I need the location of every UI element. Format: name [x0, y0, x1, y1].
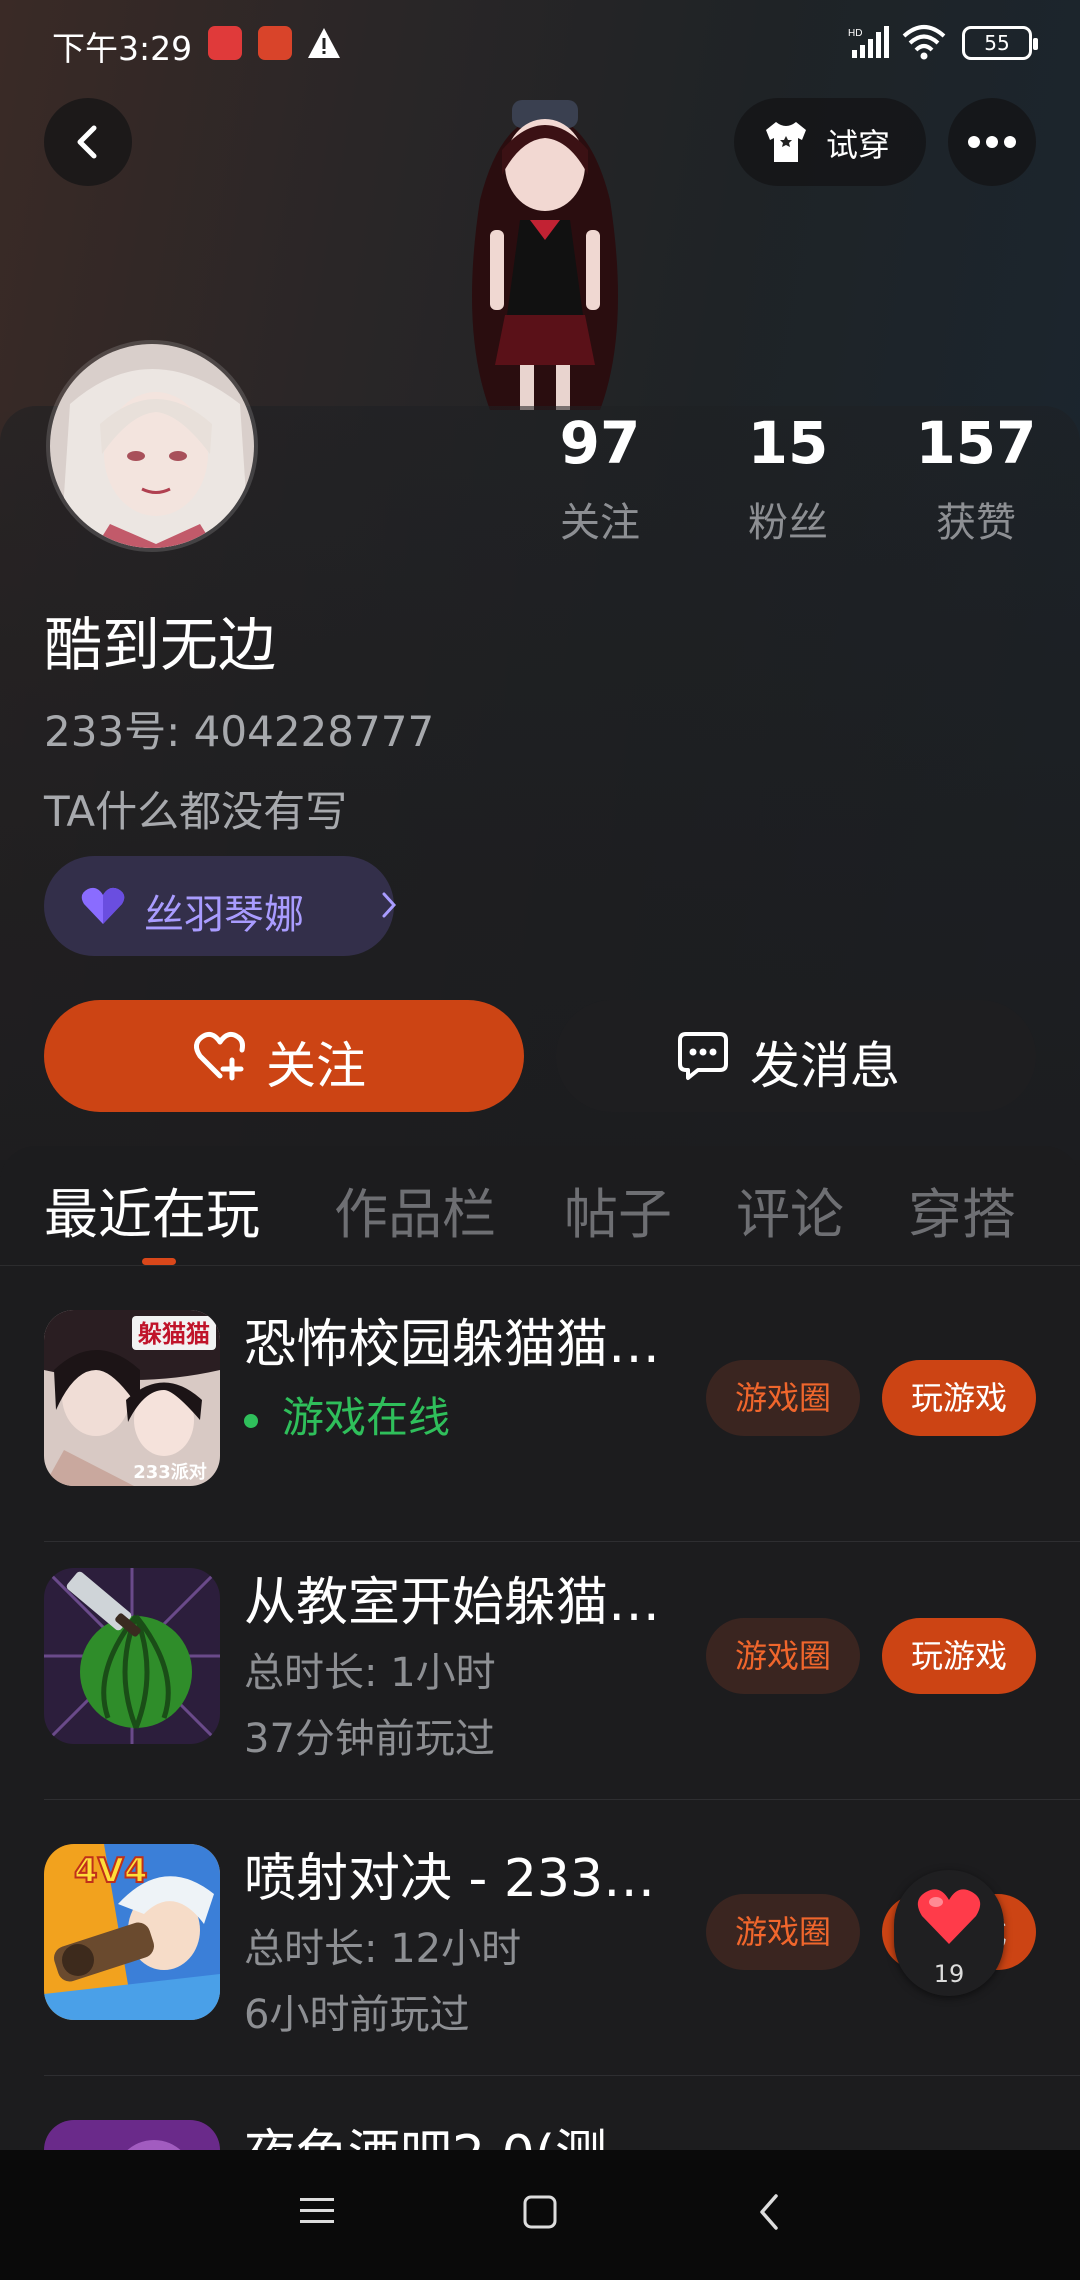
avatar-character-figure[interactable]	[420, 80, 670, 410]
stat-following[interactable]: 97 关注	[520, 410, 680, 548]
stat-fans[interactable]: 15 粉丝	[708, 410, 868, 548]
wifi-icon	[902, 25, 946, 60]
follow-button[interactable]: 关注	[44, 1000, 524, 1112]
try-on-button[interactable]: 试穿	[734, 98, 926, 186]
chevron-right-icon	[382, 892, 397, 918]
game-icon[interactable]: 4V4	[44, 1844, 220, 2020]
list-item[interactable]: 从教室开始躲猫… 总时长: 1小时 37分钟前玩过 游戏圈 玩游戏	[0, 1524, 1080, 1800]
tab-comments[interactable]: 评论	[736, 1170, 844, 1249]
online-label: 游戏在线	[282, 1393, 451, 1442]
game-circle-button[interactable]: 游戏圈	[706, 1618, 860, 1694]
avatar[interactable]	[46, 340, 258, 552]
game-title: 从教室开始躲猫…	[244, 1573, 661, 1633]
game-playtime: 总时长: 12小时	[244, 1926, 522, 1972]
tab-posts[interactable]: 帖子	[564, 1170, 672, 1249]
game-icon-title: 躲猫猫	[138, 1320, 210, 1348]
online-dot-icon	[244, 1413, 258, 1428]
like-bubble-button[interactable]: 19	[894, 1870, 1004, 1996]
signal-icon: HD	[848, 26, 889, 58]
active-tab-indicator	[142, 1258, 176, 1265]
tab-works[interactable]: 作品栏	[334, 1170, 496, 1249]
system-navigation-bar	[0, 2150, 1080, 2280]
stat-fans-value: 15	[747, 409, 829, 477]
profile-tabs: 最近在玩 作品栏 帖子 评论 穿搭	[0, 1146, 1080, 1266]
friend-tag-pill[interactable]: 丝羽琴娜	[44, 856, 397, 956]
screen: 下午3:29 HD 55 试穿 97 关注 15 粉丝 157 获赞 酷到无边 …	[0, 0, 1080, 2280]
heart-icon	[917, 1889, 981, 1944]
stat-following-value: 97	[559, 409, 641, 477]
send-message-label: 发消息	[750, 1037, 900, 1095]
game-icon[interactable]	[44, 1568, 220, 1744]
like-count: 19	[933, 1960, 965, 1988]
game-last-played: 6小时前玩过	[244, 1992, 470, 2038]
home-icon[interactable]	[522, 2194, 558, 2230]
back-nav-icon[interactable]	[756, 2192, 780, 2232]
list-item[interactable]: 躲猫猫 233派对 恐怖校园躲猫猫… 游戏在线 游戏圈 玩游戏	[0, 1266, 1080, 1542]
play-game-button[interactable]: 玩游戏	[882, 1618, 1036, 1694]
battery-icon: 55	[962, 26, 1038, 60]
game-icon-subtitle: 233派对	[133, 1461, 207, 1483]
svg-text:HD: HD	[848, 28, 862, 39]
more-options-button[interactable]	[948, 98, 1036, 186]
send-message-button[interactable]: 发消息	[556, 1000, 1036, 1112]
stat-likes-value: 157	[915, 409, 1037, 477]
follow-label: 关注	[266, 1037, 366, 1095]
play-game-button[interactable]: 玩游戏	[882, 1360, 1036, 1436]
menu-icon[interactable]	[300, 2196, 334, 2226]
chat-bubble-icon	[678, 1032, 728, 1080]
game-icon-badge: 4V4	[74, 1851, 148, 1891]
game-last-played: 37分钟前玩过	[244, 1716, 495, 1762]
friend-tag-label: 丝羽琴娜	[144, 892, 304, 938]
game-icon[interactable]: 躲猫猫 233派对	[44, 1310, 220, 1486]
try-on-label: 试穿	[826, 126, 891, 164]
game-online-status: 游戏在线	[244, 1384, 450, 1445]
stat-following-label: 关注	[560, 500, 640, 546]
battery-level: 55	[984, 31, 1010, 55]
warning-icon	[308, 28, 340, 58]
profile-bio: TA什么都没有写	[44, 787, 348, 836]
list-item[interactable]: 夜色酒吧2.0(测	[0, 2076, 1080, 2150]
stat-fans-label: 粉丝	[748, 500, 828, 546]
game-icon[interactable]	[44, 2120, 220, 2150]
tab-outfits[interactable]: 穿搭	[908, 1170, 1016, 1249]
heart-plus-icon	[194, 1031, 245, 1081]
stat-likes-label: 获赞	[936, 500, 1016, 546]
game-title: 喷射对决 - 233…	[244, 1849, 656, 1909]
status-time: 下午3:29	[52, 29, 193, 68]
game-title: 夜色酒吧2.0(测	[244, 2112, 684, 2150]
app-notification-icon	[258, 26, 292, 60]
news-app-icon	[208, 26, 242, 60]
back-button[interactable]	[44, 98, 132, 186]
avatar-image	[50, 344, 254, 548]
game-circle-button[interactable]: 游戏圈	[706, 1894, 860, 1970]
heart-icon	[81, 887, 125, 924]
tab-recently-played[interactable]: 最近在玩	[44, 1170, 260, 1249]
profile-uid: 233号: 404228777	[44, 707, 435, 756]
more-dots-icon	[968, 136, 1016, 148]
chevron-left-icon	[77, 125, 97, 159]
game-circle-button[interactable]: 游戏圈	[706, 1360, 860, 1436]
tshirt-icon	[766, 122, 806, 162]
recent-games-list: 躲猫猫 233派对 恐怖校园躲猫猫… 游戏在线 游戏圈 玩游戏 从教室开始躲猫……	[0, 1266, 1080, 2150]
profile-name: 酷到无边	[44, 611, 277, 679]
status-bar: 下午3:29 HD 55	[0, 0, 1080, 90]
game-playtime: 总时长: 1小时	[244, 1650, 496, 1696]
stat-likes[interactable]: 157 获赞	[896, 410, 1056, 548]
game-title: 恐怖校园躲猫猫…	[244, 1315, 661, 1375]
